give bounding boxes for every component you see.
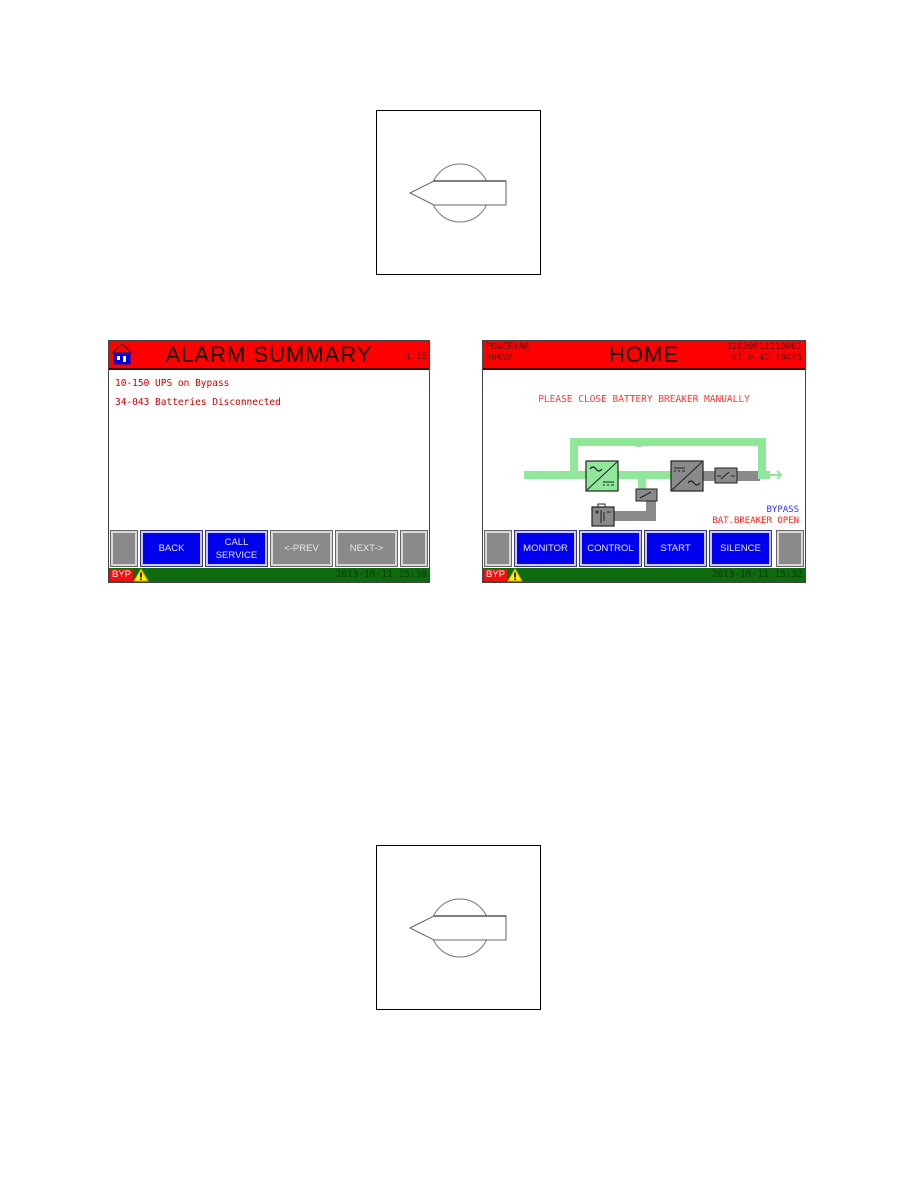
inverter-icon[interactable] <box>670 460 704 492</box>
battery-path-horizontal <box>613 511 656 521</box>
prev-button[interactable]: <-PREV <box>270 530 333 567</box>
next-button[interactable]: NEXT-> <box>335 530 398 567</box>
start-label: START <box>660 543 691 554</box>
call-service-line1: CALL <box>224 536 249 548</box>
softkey-bar: MONITOR CONTROL START SILENCE <box>483 530 805 568</box>
alarm-item[interactable]: 10-150 UPS on Bypass <box>115 377 425 396</box>
control-button[interactable]: CONTROL <box>579 530 642 567</box>
static-switch-icon[interactable] <box>714 467 738 484</box>
rotary-switch-figure-bottom <box>376 845 541 1010</box>
version-label: 1.15 <box>405 352 427 362</box>
monitor-label: MONITOR <box>523 543 568 554</box>
back-label: BACK <box>158 543 185 554</box>
rotary-switch-knob-icon <box>408 898 507 958</box>
call-service-line2: SERVICE <box>215 549 258 561</box>
output-path <box>758 471 770 479</box>
back-button[interactable]: BACK <box>140 530 203 567</box>
power-flow-mimic <box>524 438 783 527</box>
home-screen: POWERVAR 30KVA HOME 32030011310001 V1.0.… <box>482 340 806 583</box>
prev-label: <-PREV <box>284 543 319 554</box>
call-service-label: CALL SERVICE <box>216 536 258 562</box>
silence-button[interactable]: SILENCE <box>709 530 772 567</box>
status-bar: BYP 2013-10-11 15:30 <box>109 568 429 582</box>
bypass-mode-badge[interactable]: BYP <box>484 569 508 581</box>
warning-icon[interactable] <box>507 568 523 582</box>
start-button[interactable]: START <box>644 530 707 567</box>
bypass-mode-badge[interactable]: BYP <box>110 569 134 581</box>
softkey-bar: BACK CALL SERVICE <-PREV NEXT-> <box>109 530 429 568</box>
warning-icon[interactable] <box>133 568 149 582</box>
call-service-button[interactable]: CALL SERVICE <box>205 530 268 567</box>
system-state-breaker: BAT.BREAKER OPEN <box>712 516 799 526</box>
blank-left-button[interactable] <box>110 530 138 567</box>
datetime: 2013-10-11 15:32 <box>711 569 803 580</box>
blank-right-button[interactable] <box>400 530 428 567</box>
blank-left-button[interactable] <box>484 530 512 567</box>
silence-label: SILENCE <box>720 543 761 554</box>
alarm-header: ALARM SUMMARY 1.15 <box>109 341 429 370</box>
battery-icon[interactable] <box>591 503 615 527</box>
control-label: CONTROL <box>587 543 634 554</box>
blank-right-button[interactable] <box>776 530 804 567</box>
alarm-list: 10-150 UPS on Bypass 34-043 Batteries Di… <box>115 377 425 415</box>
rotary-switch-figure-top <box>376 110 541 275</box>
next-label: NEXT-> <box>349 543 384 554</box>
page-title: ALARM SUMMARY <box>165 342 373 367</box>
datetime: 2013-10-11 15:30 <box>335 569 427 580</box>
monitor-button[interactable]: MONITOR <box>514 530 577 567</box>
battery-breaker-icon[interactable] <box>635 488 658 502</box>
alarm-item[interactable]: 34-043 Batteries Disconnected <box>115 396 425 415</box>
input-path <box>524 471 587 479</box>
rotary-switch-knob-icon <box>408 163 507 223</box>
system-state-bypass: BYPASS <box>766 505 799 515</box>
status-bar: BYP 2013-10-11 15:32 <box>483 568 805 582</box>
dc-link-down <box>638 471 646 489</box>
bypass-path-top <box>570 438 766 446</box>
alarm-summary-screen: ALARM SUMMARY 1.15 10-150 UPS on Bypass … <box>108 340 430 583</box>
rectifier-icon[interactable] <box>585 460 619 492</box>
